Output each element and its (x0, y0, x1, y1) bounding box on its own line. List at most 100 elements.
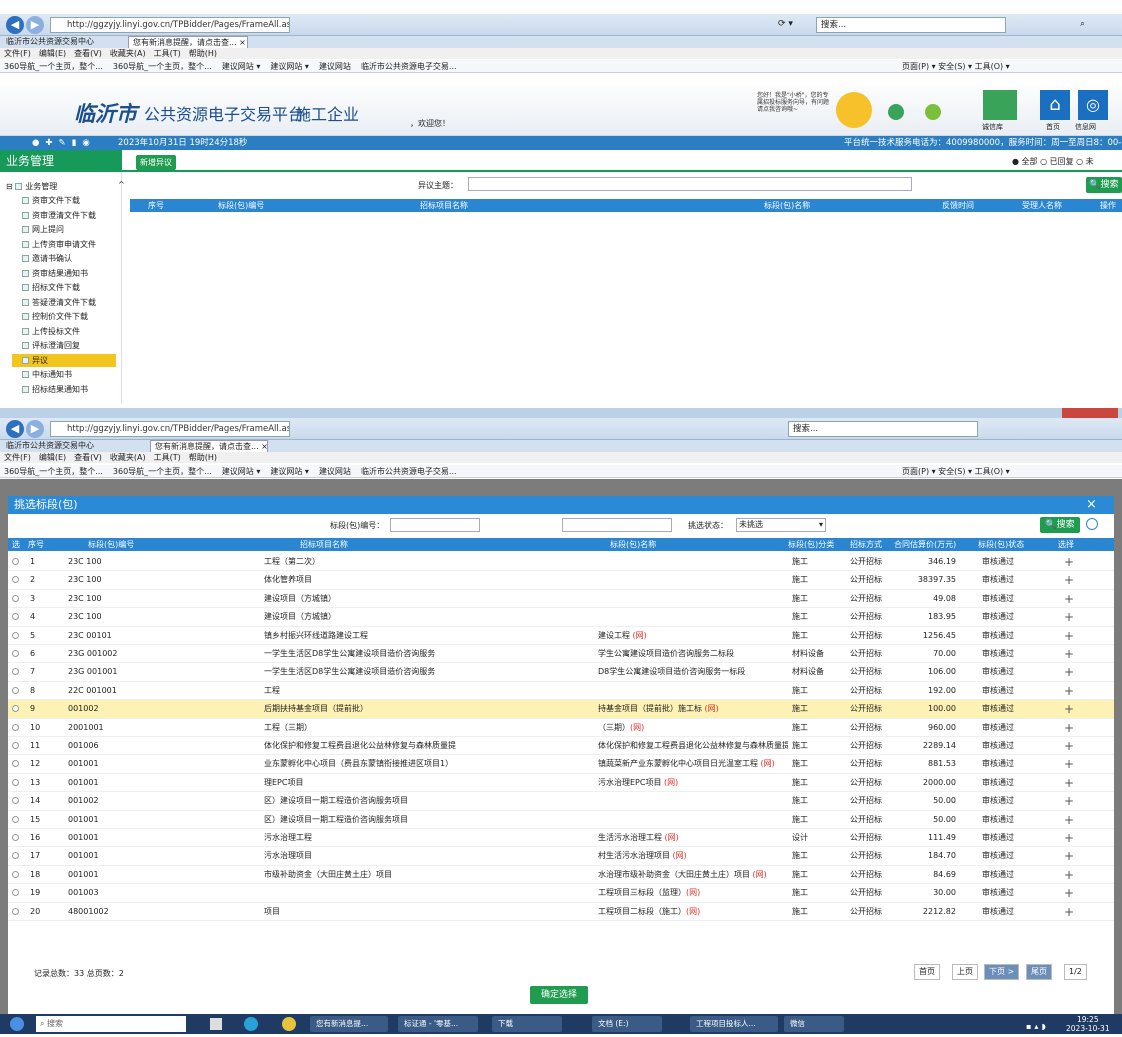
url-field[interactable]: http://ggzyjy.linyi.gov.cn/TPBidder/Page… (50, 17, 290, 33)
sidebar-item[interactable]: 网上提问 (22, 223, 64, 236)
taskbar-search[interactable]: ⌕ 搜索 (36, 1016, 186, 1032)
tree-root[interactable]: ⊟ 业务管理 (6, 180, 57, 193)
task-view-icon[interactable] (210, 1018, 222, 1030)
tab-message[interactable]: 您有新消息提醒，请点击查... × (150, 440, 268, 452)
leaf-icon[interactable] (925, 104, 941, 120)
table-row[interactable]: 14 001002 区）建设项目一期工程造价咨询服务项目 施工 公开招标 50.00 审核通… (8, 792, 1114, 811)
table-row[interactable]: 5 23C 00101 镇乡村振兴环线道路建设工程 建设工程 (网) 施工 公开招标 125… (8, 627, 1114, 645)
add-icon[interactable]: + (1064, 884, 1074, 902)
globe-icon[interactable]: ◎ (1078, 90, 1108, 120)
sidebar-item[interactable]: 资审澄清文件下载 (22, 209, 96, 222)
sidebar-item[interactable]: 中标通知书 (22, 368, 72, 381)
close-icon[interactable]: × (1086, 497, 1097, 512)
subject-input[interactable] (468, 177, 912, 191)
add-icon[interactable]: + (1064, 829, 1074, 847)
tray-icons[interactable]: ▪▴◗ (1026, 1017, 1049, 1037)
task-bidtool[interactable]: 标证通 - '零基... (398, 1016, 478, 1032)
chat-icon[interactable] (888, 104, 904, 120)
row-radio[interactable] (12, 792, 19, 810)
table-row[interactable]: 18 001001 市级补助资金（大田庄黄土庄）项目 水治理市级补助资金（大田庄黄土庄… (8, 866, 1114, 885)
menu-tools[interactable]: 工具(T) (154, 453, 181, 462)
status-select[interactable]: 未挑选 ▾ (736, 518, 826, 532)
menu-edit[interactable]: 编辑(E) (39, 453, 66, 462)
table-row[interactable]: 20 48001002 项目 工程项目二标段（施工）(网) 施工 公开招标 2212.82 审… (8, 903, 1114, 921)
add-icon[interactable]: + (1064, 792, 1074, 810)
table-row[interactable]: 4 23C 100 建设项目（方城镇） 施工 公开招标 183.95 审核通过 + (8, 608, 1114, 627)
row-radio[interactable] (12, 755, 19, 773)
fav-item[interactable]: 临沂市公共资源电子交易... (361, 62, 457, 71)
sidebar-item[interactable]: 评标澄清回复 (22, 339, 80, 352)
menu-file[interactable]: 文件(F) (4, 49, 31, 58)
search-icon[interactable]: ⌕ (1080, 19, 1085, 29)
media-icon[interactable] (244, 1017, 258, 1031)
row-radio[interactable] (12, 866, 19, 884)
add-icon[interactable]: + (1064, 866, 1074, 884)
sidebar-item[interactable]: 上传资审申请文件 (22, 238, 96, 251)
row-radio[interactable] (12, 663, 19, 681)
row-radio[interactable] (12, 719, 19, 737)
sidebar-item[interactable]: 招标文件下载 (22, 281, 80, 294)
add-icon[interactable]: + (1064, 663, 1074, 681)
filter-radios[interactable]: ● 全部 ○ 已回复 ○ 未 (1012, 156, 1094, 167)
ie-tools[interactable]: 页面(P) ▾ 安全(S) ▾ 工具(O) ▾ (902, 60, 1010, 72)
first-page-button[interactable]: 首页 (914, 964, 940, 980)
fav-item[interactable]: 360导航_一个主页，整个... (4, 467, 103, 476)
fav-item[interactable]: 建议网站 ▾ (222, 467, 261, 476)
menu-view[interactable]: 查看(V) (74, 49, 102, 58)
sidebar-item[interactable]: 资审结果通知书 (22, 267, 88, 280)
table-row[interactable]: 1 23C 100 工程（第二次） 施工 公开招标 346.19 审核通过 + (8, 553, 1114, 572)
row-radio[interactable] (12, 645, 19, 663)
menu-tools[interactable]: 工具(T) (154, 49, 181, 58)
table-row[interactable]: 16 001001 污水治理工程 生活污水治理工程 (网) 设计 公开招标 111.49 审核… (8, 829, 1114, 848)
sidebar-item[interactable]: 答疑澄清文件下载 (22, 296, 96, 309)
table-row[interactable]: 11 001006 体化保护和修复工程费县退化公益林修复与森林质量提 体化保护和修复工… (8, 737, 1114, 756)
sidebar-item[interactable]: 邀请书确认 (22, 252, 72, 265)
confirm-select-button[interactable]: 确定选择 (530, 986, 588, 1004)
expand-icon[interactable] (1086, 518, 1098, 530)
table-row[interactable]: 10 2001001 工程（三期） （三期）(网) 施工 公开招标 960.00 审核通过 + (8, 719, 1114, 737)
fav-item[interactable]: 建议网站 ▾ (270, 467, 309, 476)
search-field[interactable]: 搜索... (788, 421, 978, 437)
code-input[interactable] (390, 518, 480, 532)
row-radio[interactable] (12, 553, 19, 571)
menu-help[interactable]: 帮助(H) (189, 49, 217, 58)
start-icon[interactable] (10, 1017, 24, 1031)
row-radio[interactable] (12, 590, 19, 608)
fav-item[interactable]: 360导航_一个主页，整个... (113, 62, 212, 71)
add-icon[interactable]: + (1064, 590, 1074, 608)
add-icon[interactable]: + (1064, 774, 1074, 792)
add-icon[interactable]: + (1064, 645, 1074, 663)
url-field[interactable]: http://ggzyjy.linyi.gov.cn/TPBidder/Page… (50, 421, 290, 437)
add-icon[interactable]: + (1064, 903, 1074, 921)
ie-tools[interactable]: 页面(P) ▾ 安全(S) ▾ 工具(O) ▾ (902, 465, 1010, 477)
row-radio[interactable] (12, 700, 19, 718)
row-radio[interactable] (12, 847, 19, 865)
menu-favorites[interactable]: 收藏夹(A) (110, 49, 146, 58)
fav-item[interactable]: 临沂市公共资源电子交易... (361, 467, 457, 476)
table-row[interactable]: 8 22C 001001 工程 施工 公开招标 192.00 审核通过 + (8, 682, 1114, 701)
dialog-search-button[interactable]: 🔍搜索 (1040, 517, 1080, 533)
table-row[interactable]: 13 001001 理EPC项目 污水治理EPC项目 (网) 施工 公开招标 2000.00… (8, 774, 1114, 793)
row-radio[interactable] (12, 774, 19, 792)
table-row[interactable]: 6 23G 001002 一学生生活区D8学生公寓建设项目造价咨询服务 学生公寓建设项… (8, 645, 1114, 664)
add-icon[interactable]: + (1064, 627, 1074, 645)
back-icon[interactable]: ◀ (6, 16, 24, 34)
sidebar-item[interactable]: 异议 (12, 353, 116, 367)
task-bidder[interactable]: 工程项目投标人... (690, 1016, 778, 1032)
assistant-avatar[interactable] (836, 92, 872, 128)
credit-icon[interactable] (983, 90, 1017, 120)
table-row[interactable]: 17 001001 污水治理项目 村生活污水治理项目 (网) 施工 公开招标 184.70 审… (8, 847, 1114, 866)
table-row[interactable]: 9 001002 后期扶持基金项目（提前批） 持基金项目（提前批）施工标 (网) 施工 公… (8, 700, 1114, 719)
page-select[interactable]: 1/2 (1064, 964, 1087, 980)
prev-page-button[interactable]: 上页 (952, 964, 978, 980)
row-radio[interactable] (12, 829, 19, 847)
row-radio[interactable] (12, 737, 19, 755)
table-row[interactable]: 3 23C 100 建设项目（方城镇） 施工 公开招标 49.08 审核通过 + (8, 590, 1114, 609)
tab-message[interactable]: 您有新消息提醒，请点击查... × (128, 36, 248, 48)
search-button[interactable]: 🔍搜索 (1086, 177, 1122, 193)
table-row[interactable]: 2 23C 100 体化管养项目 施工 公开招标 38397.35 审核通过 + (8, 571, 1114, 590)
menu-file[interactable]: 文件(F) (4, 453, 31, 462)
row-radio[interactable] (12, 811, 19, 829)
row-radio[interactable] (12, 608, 19, 626)
window-controls[interactable] (1062, 408, 1118, 418)
